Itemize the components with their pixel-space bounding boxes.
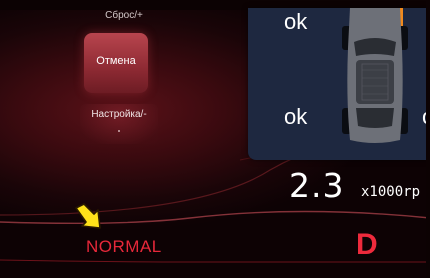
right-bezel [426,0,430,278]
pointer-arrow-icon [75,203,101,229]
settings-indicator-dot [118,130,120,132]
car-top-view-icon [342,8,408,143]
cancel-button-label: Отмена [96,55,136,67]
settings-minus-button[interactable]: Настройка/- [80,104,158,144]
instrument-cluster-screen: Сброс/+ Отмена Настройка/- ok ok o 2.3 x… [0,0,430,278]
tachometer-value: 2.3 [289,166,345,205]
reset-plus-label[interactable]: Сброс/+ [94,10,154,21]
drive-mode-label: NORMAL [86,237,162,256]
settings-minus-label: Настройка/- [91,109,147,120]
tire-pressure-panel: ok ok o [248,8,430,160]
gear-indicator: D [356,228,378,261]
tire-rear-left-status: ok [284,104,308,129]
cancel-button[interactable]: Отмена [84,33,148,93]
tachometer-unit: x1000rp [361,184,421,200]
tire-front-left-status: ok [284,9,308,34]
